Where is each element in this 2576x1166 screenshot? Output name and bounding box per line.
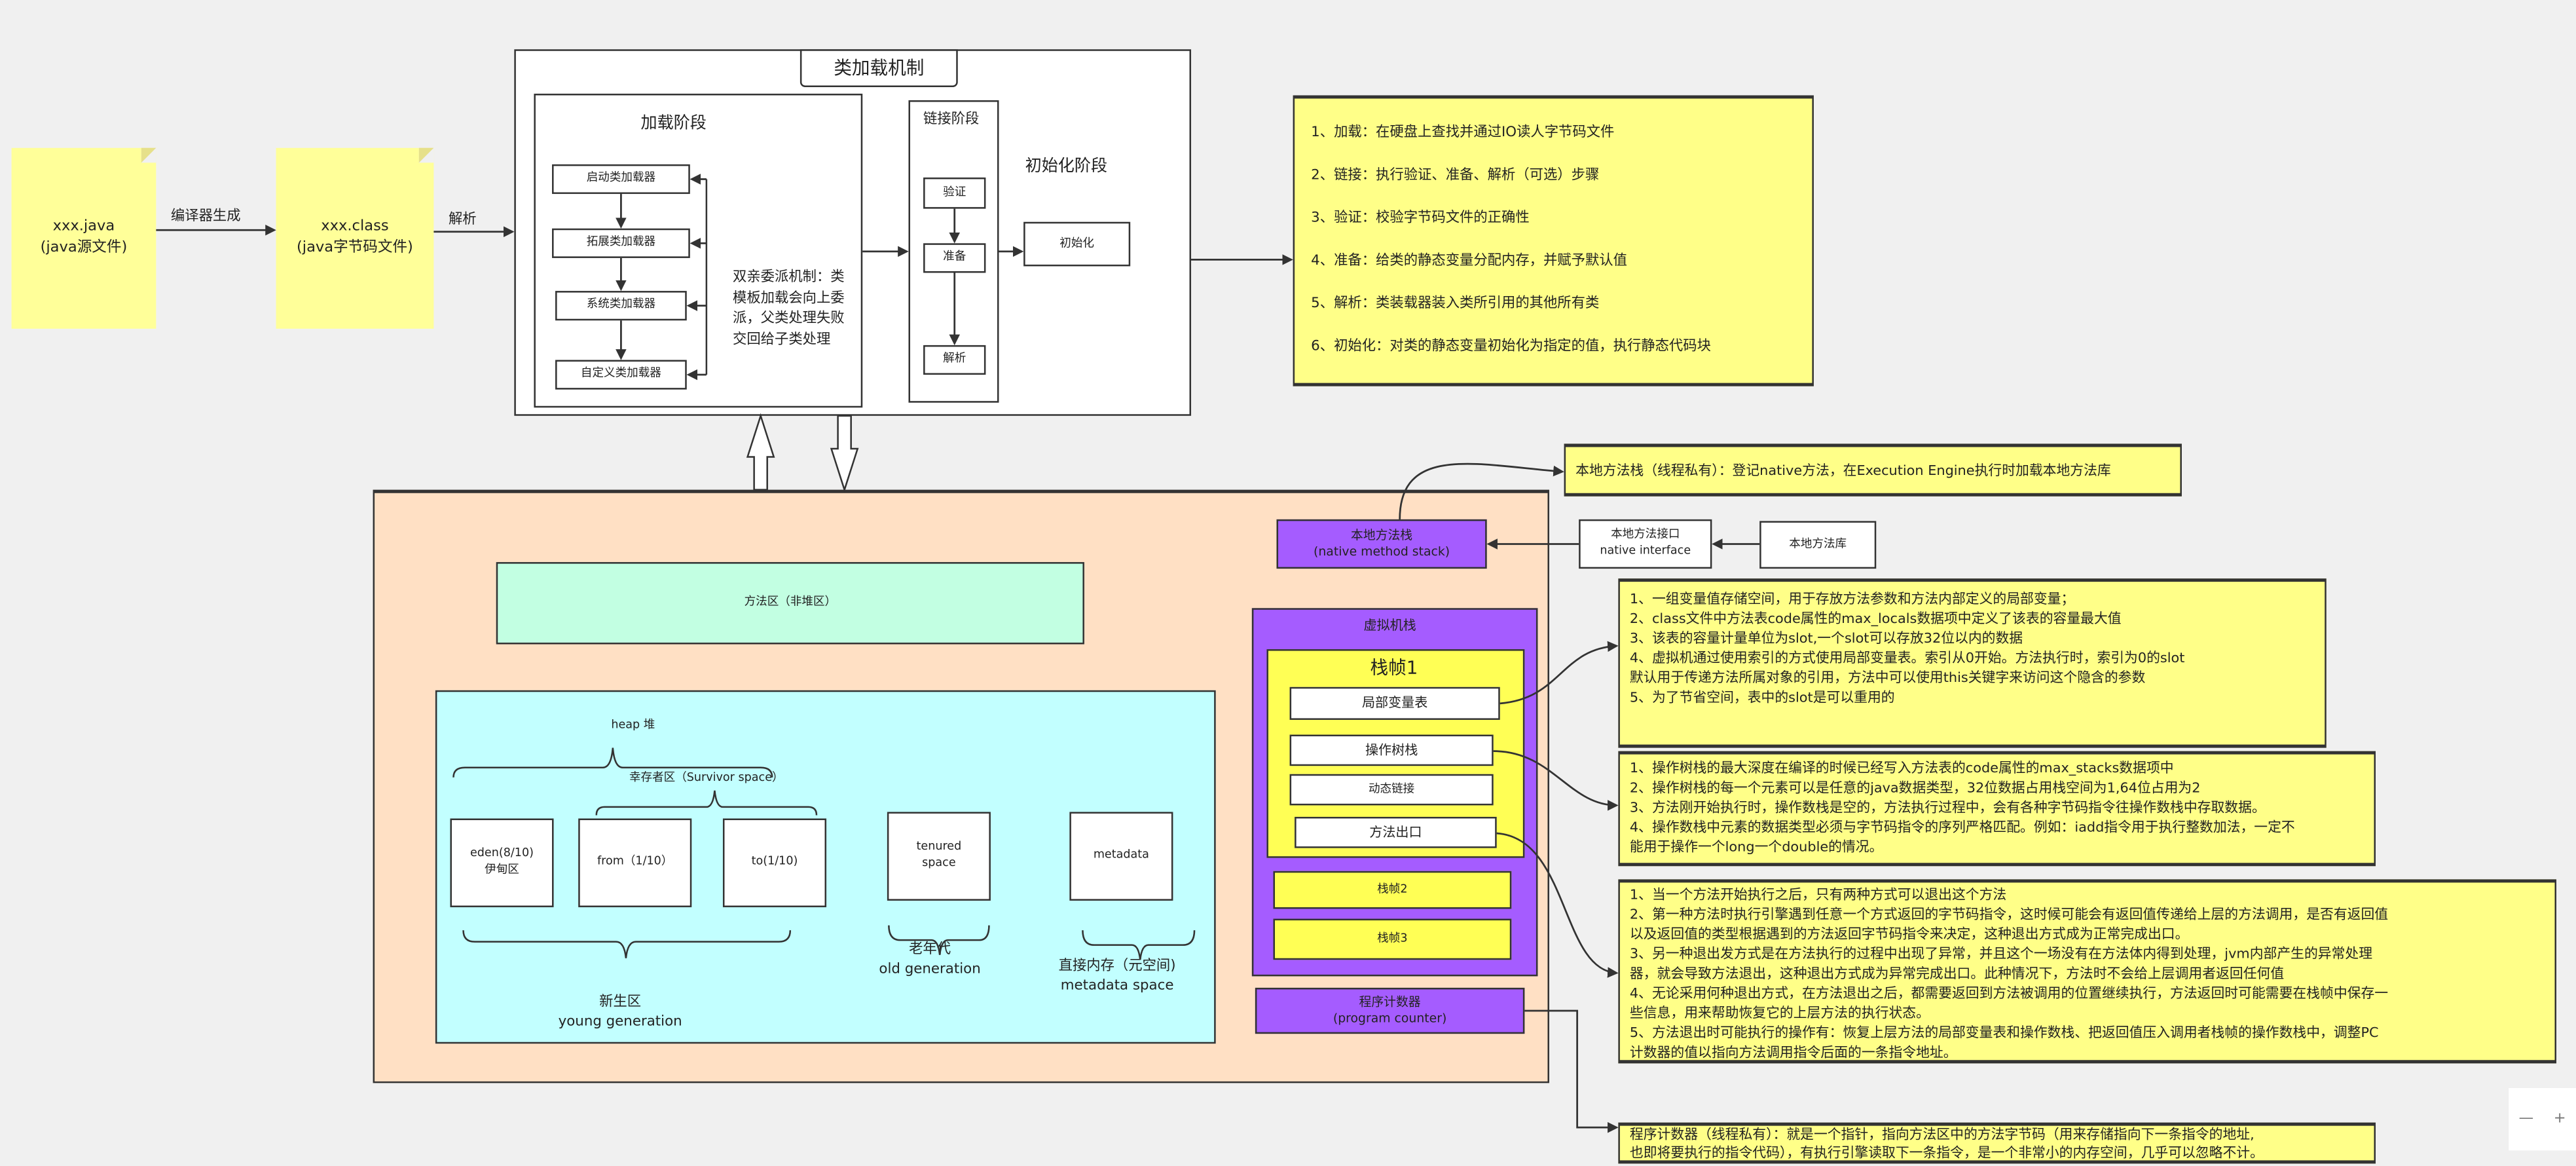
curve-local-vars <box>1500 641 1619 705</box>
diagram-canvas: xxx.java (java源文件) 编译器生成 xxx.class (java… <box>0 0 2576 1165</box>
curve-operand <box>1493 750 1619 811</box>
curve-native-note <box>1399 462 1564 519</box>
brace-old <box>888 925 990 955</box>
hollow-up-arrow <box>746 413 775 491</box>
curve-return <box>1496 832 1619 978</box>
brace-heap <box>452 747 773 778</box>
connectors <box>156 174 1760 1133</box>
hollow-down-arrow <box>830 415 859 493</box>
brace-meta <box>1082 930 1196 960</box>
brace-young <box>462 930 792 958</box>
line-pc-note <box>1524 1009 1619 1133</box>
brace-survivor <box>595 790 818 816</box>
